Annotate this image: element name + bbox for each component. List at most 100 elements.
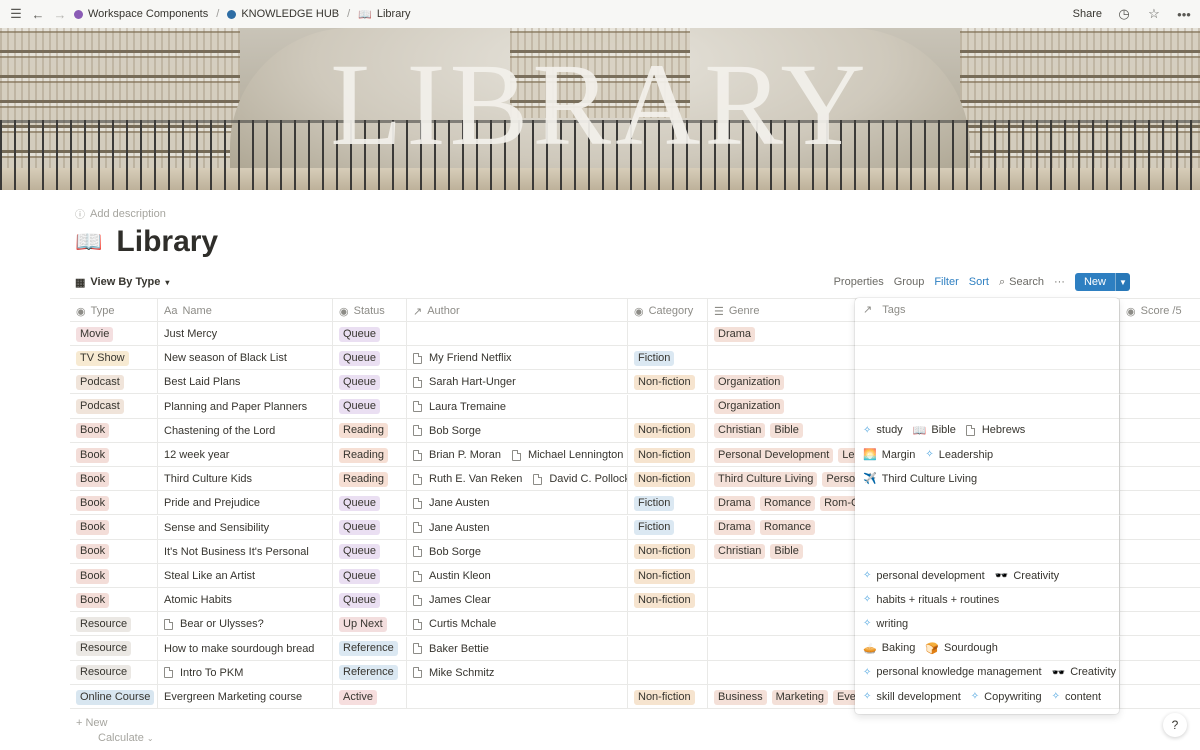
- author-link[interactable]: Bob Sorge: [413, 546, 481, 558]
- cell-type[interactable]: Resource: [70, 612, 158, 637]
- page-title-text[interactable]: Library: [116, 225, 218, 259]
- sort-button[interactable]: Sort: [969, 276, 989, 288]
- more-options-button[interactable]: ···: [1054, 276, 1065, 288]
- tags-row[interactable]: [855, 322, 1119, 346]
- cell-genres[interactable]: Christian Bible: [708, 418, 856, 443]
- forward-arrow-icon[interactable]: →: [52, 6, 68, 22]
- row-name[interactable]: Best Laid Plans: [164, 376, 240, 388]
- chevron-down-icon[interactable]: ▼: [1115, 273, 1130, 291]
- author-link[interactable]: David C. Pollock: [533, 473, 627, 485]
- add-new-row-button[interactable]: + New: [76, 717, 108, 729]
- column-header-category[interactable]: ◉ Category: [628, 299, 708, 323]
- cell-name[interactable]: Steal Like an Artist: [158, 564, 333, 588]
- back-arrow-icon[interactable]: ←: [30, 6, 46, 22]
- column-header-tags[interactable]: ↗ Tags: [855, 298, 1119, 322]
- tag-item[interactable]: ✧ Copywriting: [971, 691, 1042, 703]
- cell-status[interactable]: Queue: [333, 515, 407, 540]
- column-header-score[interactable]: ◉ Score /5: [1120, 299, 1200, 323]
- cell-name[interactable]: Evergreen Marketing course: [158, 685, 333, 709]
- cell-status[interactable]: Reference: [333, 660, 407, 685]
- cell-category[interactable]: [628, 612, 708, 637]
- new-button[interactable]: New ▼: [1074, 273, 1130, 291]
- cell-genres[interactable]: [708, 636, 856, 661]
- tag-item[interactable]: 🍞 Sourdough: [925, 642, 998, 655]
- properties-button[interactable]: Properties: [834, 276, 884, 288]
- author-link[interactable]: Baker Bettie: [413, 643, 489, 655]
- cell-genres[interactable]: Christian Bible: [708, 539, 856, 564]
- row-name[interactable]: Evergreen Marketing course: [164, 691, 302, 703]
- cell-name[interactable]: Bear or Ulysses?: [158, 612, 333, 637]
- cell-score[interactable]: [1120, 540, 1200, 564]
- cell-status[interactable]: Reading: [333, 418, 407, 443]
- tags-row[interactable]: 🥧 Baking 🍞 Sourdough: [855, 637, 1119, 661]
- cell-score[interactable]: [1120, 612, 1200, 636]
- row-name[interactable]: Pride and Prejudice: [164, 497, 260, 509]
- cell-score[interactable]: [1120, 467, 1200, 491]
- tags-row[interactable]: [855, 395, 1119, 419]
- row-name[interactable]: Atomic Habits: [164, 594, 232, 606]
- tag-item[interactable]: 🕶️ Creativity: [995, 569, 1060, 583]
- row-name[interactable]: How to make sourdough bread: [164, 643, 314, 655]
- tags-row[interactable]: ✈️ Third Culture Living: [855, 467, 1119, 492]
- row-name[interactable]: Third Culture Kids: [164, 473, 252, 485]
- cell-name[interactable]: Chastening of the Lord: [158, 418, 333, 443]
- cell-score[interactable]: [1120, 564, 1200, 588]
- tag-item[interactable]: ✧ habits + rituals + routines: [863, 594, 999, 606]
- cell-name[interactable]: Just Mercy: [158, 322, 333, 346]
- cell-authors[interactable]: Sarah Hart-Unger: [407, 370, 628, 395]
- cell-type[interactable]: Book: [70, 515, 158, 540]
- cell-type[interactable]: Resource: [70, 660, 158, 685]
- author-link[interactable]: Jane Austen: [413, 522, 490, 534]
- cell-genres[interactable]: [708, 660, 856, 685]
- tags-row[interactable]: [855, 370, 1119, 395]
- cell-type[interactable]: Podcast: [70, 394, 158, 419]
- row-name[interactable]: Intro To PKM: [180, 667, 243, 679]
- cell-score[interactable]: [1120, 370, 1200, 394]
- author-link[interactable]: Curtis Mchale: [413, 618, 496, 630]
- cell-category[interactable]: Fiction: [628, 491, 708, 516]
- cell-authors[interactable]: Brian P. Moran Michael Lennington: [407, 443, 628, 467]
- cell-name[interactable]: How to make sourdough bread: [158, 636, 333, 661]
- add-description-button[interactable]: ⓘ Add description: [75, 206, 166, 222]
- cell-status[interactable]: Reference: [333, 636, 407, 661]
- calculate-button[interactable]: Calculate ⌄: [98, 732, 154, 744]
- cell-status[interactable]: Queue: [333, 564, 407, 588]
- cell-type[interactable]: TV Show: [70, 346, 158, 371]
- cell-status[interactable]: Queue: [333, 322, 407, 346]
- column-header-type[interactable]: ◉ Type: [70, 299, 158, 323]
- cell-genres[interactable]: Drama Romance: [708, 515, 856, 540]
- tag-item[interactable]: 🌅 Margin: [863, 448, 915, 462]
- cell-name[interactable]: 12 week year: [158, 443, 333, 467]
- cell-type[interactable]: Book: [70, 491, 158, 516]
- tags-row[interactable]: ✧ study 📖 Bible Hebrews: [855, 419, 1119, 443]
- tags-row[interactable]: [855, 540, 1119, 564]
- author-link[interactable]: Bob Sorge: [413, 425, 481, 437]
- tag-item[interactable]: Hebrews: [965, 424, 1025, 436]
- cell-status[interactable]: Reading: [333, 467, 407, 492]
- author-link[interactable]: Ruth E. Van Reken: [413, 473, 522, 485]
- cell-authors[interactable]: Ruth E. Van Reken David C. Pollock: [407, 467, 628, 492]
- breadcrumb-knowledge-hub[interactable]: KNOWLEDGE HUB: [227, 8, 339, 20]
- author-link[interactable]: My Friend Netflix: [413, 352, 512, 364]
- cell-authors[interactable]: Jane Austen: [407, 491, 628, 516]
- cell-name[interactable]: New season of Black List: [158, 346, 333, 371]
- cell-name[interactable]: Third Culture Kids: [158, 467, 333, 492]
- menu-icon[interactable]: ☰: [8, 6, 24, 22]
- cell-type[interactable]: Podcast: [70, 370, 158, 395]
- cell-name[interactable]: Planning and Paper Planners: [158, 394, 333, 419]
- author-link[interactable]: Austin Kleon: [413, 570, 491, 582]
- cell-score[interactable]: [1120, 491, 1200, 515]
- cell-category[interactable]: Fiction: [628, 515, 708, 540]
- cell-status[interactable]: Up Next: [333, 612, 407, 637]
- tag-item[interactable]: ✧ study: [863, 424, 903, 436]
- cell-type[interactable]: Book: [70, 418, 158, 443]
- cell-status[interactable]: Queue: [333, 539, 407, 564]
- tag-item[interactable]: ✧ personal development: [863, 570, 985, 582]
- row-name[interactable]: Steal Like an Artist: [164, 570, 255, 582]
- tag-item[interactable]: ✧ content: [1052, 691, 1101, 703]
- more-icon[interactable]: •••: [1176, 6, 1192, 22]
- row-name[interactable]: It's Not Business It's Personal: [164, 546, 309, 558]
- author-link[interactable]: Laura Tremaine: [413, 401, 506, 413]
- cell-type[interactable]: Book: [70, 588, 158, 613]
- breadcrumb-workspace[interactable]: Workspace Components: [74, 8, 208, 20]
